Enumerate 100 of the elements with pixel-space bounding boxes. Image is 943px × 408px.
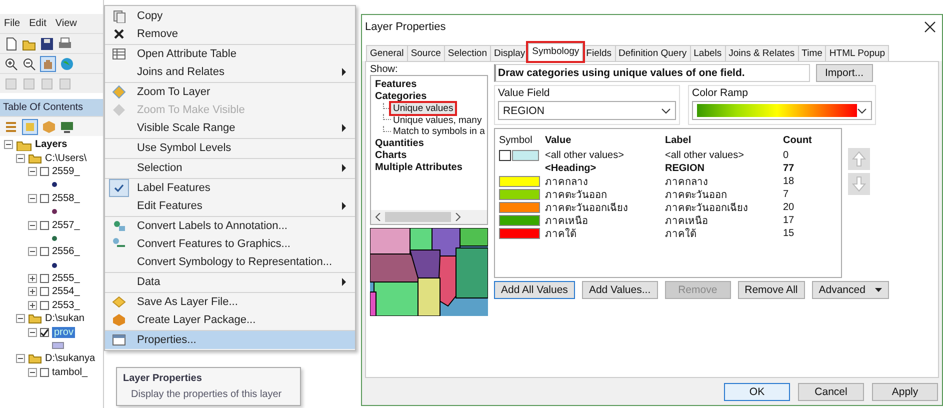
layer-name[interactable]: 2554_ (52, 286, 80, 298)
dialog-button[interactable]: Apply (872, 383, 938, 401)
layer-name[interactable]: 2553_ (52, 300, 80, 311)
action-button[interactable]: Remove All (738, 281, 805, 299)
symbol-swatch[interactable] (499, 189, 540, 200)
checkbox[interactable] (40, 274, 49, 284)
expand-icon[interactable] (28, 274, 37, 284)
close-icon[interactable] (924, 21, 936, 33)
monitor-icon[interactable] (60, 120, 74, 134)
menu-item[interactable]: Edit (29, 18, 46, 29)
checkbox[interactable] (40, 368, 49, 377)
checkbox[interactable] (40, 300, 49, 310)
menu-item[interactable]: Copy (105, 7, 355, 25)
menu-item[interactable]: Data (105, 273, 355, 293)
action-button[interactable]: Add Values... (582, 281, 658, 299)
symbol-swatch[interactable] (499, 202, 540, 213)
collapse-icon[interactable] (28, 328, 37, 337)
category-item[interactable]: Unique values, many (391, 114, 484, 126)
horizontal-scrollbar[interactable] (371, 210, 487, 224)
symbol-swatch[interactable] (499, 176, 540, 187)
tab[interactable]: General (366, 45, 408, 61)
zoom-in-icon[interactable] (4, 56, 18, 70)
menu-item[interactable]: Properties... (105, 331, 355, 349)
list-icon[interactable] (4, 120, 18, 134)
category-item[interactable]: Features (375, 79, 483, 91)
action-button[interactable]: Advanced (812, 281, 890, 299)
category-item[interactable]: Unique values (391, 103, 456, 114)
tree-row[interactable]: D:\sukan (4, 312, 103, 326)
category-item[interactable]: Charts (375, 150, 483, 162)
collapse-icon[interactable] (28, 247, 37, 256)
menu-item[interactable]: Convert Symbology to Representation... (105, 253, 355, 273)
scroll-thumb[interactable] (385, 212, 451, 222)
menu-item[interactable]: Remove (105, 25, 355, 45)
save-icon[interactable] (40, 36, 54, 50)
layer-name[interactable]: D:\sukanya (45, 353, 96, 364)
layer-name[interactable]: 2556_ (52, 246, 80, 258)
category-item[interactable]: Quantities (375, 138, 483, 150)
tab[interactable]: Source (406, 45, 445, 61)
checkbox[interactable] (40, 166, 49, 176)
expand-icon[interactable] (28, 287, 37, 296)
symbol-swatch[interactable] (499, 228, 540, 239)
column-header[interactable]: Label (665, 134, 783, 146)
tab[interactable]: Selection (444, 45, 492, 61)
menu-item[interactable]: Selection (105, 159, 355, 179)
menu-item[interactable]: Convert Features to Graphics... (105, 235, 355, 253)
checkbox[interactable] (40, 194, 49, 203)
dialog-button[interactable]: OK (724, 383, 790, 401)
collapse-icon[interactable] (28, 220, 37, 230)
symbol-swatch[interactable] (512, 150, 539, 161)
menu-item[interactable]: Save As Layer File... (105, 293, 355, 311)
checkbox[interactable] (499, 150, 511, 161)
color-ramp-dropdown[interactable] (692, 101, 872, 120)
menu-item[interactable]: Zoom To Layer (105, 83, 355, 101)
tab[interactable]: Joins & Relates (724, 45, 799, 61)
tree-row[interactable]: D:\sukanya (4, 352, 103, 366)
collapse-icon[interactable] (28, 166, 37, 176)
layer-name[interactable]: tambol_ (52, 366, 88, 378)
menu-item[interactable]: Use Symbol Levels (105, 139, 355, 159)
collapse-icon[interactable] (4, 140, 13, 150)
collapse-icon[interactable] (16, 314, 25, 324)
print-icon[interactable] (58, 36, 72, 50)
layer-name[interactable]: Layers (35, 139, 68, 150)
expand-icon[interactable] (28, 300, 37, 310)
layer-name[interactable]: 2555_ (52, 273, 80, 284)
layer-name[interactable]: C:\Users\ (45, 152, 87, 164)
tab[interactable]: Labels (690, 45, 726, 61)
layer-name[interactable]: 2559_ (52, 166, 80, 177)
tree-row[interactable]: C:\Users\ (4, 151, 103, 165)
category-item[interactable]: Match to symbols in a (391, 126, 487, 138)
tab[interactable]: HTML Popup (825, 45, 890, 61)
symbol-swatch[interactable] (499, 215, 540, 226)
zoom-out-icon[interactable] (22, 56, 36, 70)
collapse-icon[interactable] (28, 368, 37, 377)
menu-item[interactable]: Open Attribute Table (105, 45, 355, 63)
category-item[interactable]: Categories (375, 91, 483, 103)
checkbox[interactable] (40, 328, 49, 337)
action-button[interactable]: Add All Values (494, 281, 575, 299)
menu-item[interactable]: Joins and Relates (105, 63, 355, 83)
column-header[interactable]: Value (545, 134, 665, 146)
layer-name[interactable]: prov (52, 326, 76, 338)
tab[interactable]: Definition Query (614, 45, 691, 61)
collapse-icon[interactable] (16, 354, 25, 364)
menu-item[interactable]: Convert Labels to Annotation... (105, 217, 355, 235)
layer-name[interactable]: 2558_ (52, 192, 80, 204)
import-button[interactable]: Import... (816, 64, 873, 82)
value-field-dropdown[interactable]: REGION (498, 101, 676, 120)
dialog-button[interactable]: Cancel (798, 383, 864, 401)
column-header[interactable]: Count (783, 134, 823, 146)
menu-item[interactable]: View (55, 18, 77, 29)
checkbox[interactable] (40, 220, 49, 230)
checkbox[interactable] (40, 247, 49, 256)
layer-name[interactable]: 2557_ (52, 220, 80, 231)
checkbox[interactable] (40, 287, 49, 296)
collapse-icon[interactable] (16, 154, 25, 163)
menu-item[interactable]: Visible Scale Range (105, 119, 355, 139)
menu-item[interactable]: Label Features (105, 179, 355, 197)
new-document-icon[interactable] (4, 36, 18, 50)
globe-icon[interactable] (60, 56, 74, 70)
collapse-icon[interactable] (28, 194, 37, 203)
menu-item[interactable]: File (4, 18, 20, 29)
